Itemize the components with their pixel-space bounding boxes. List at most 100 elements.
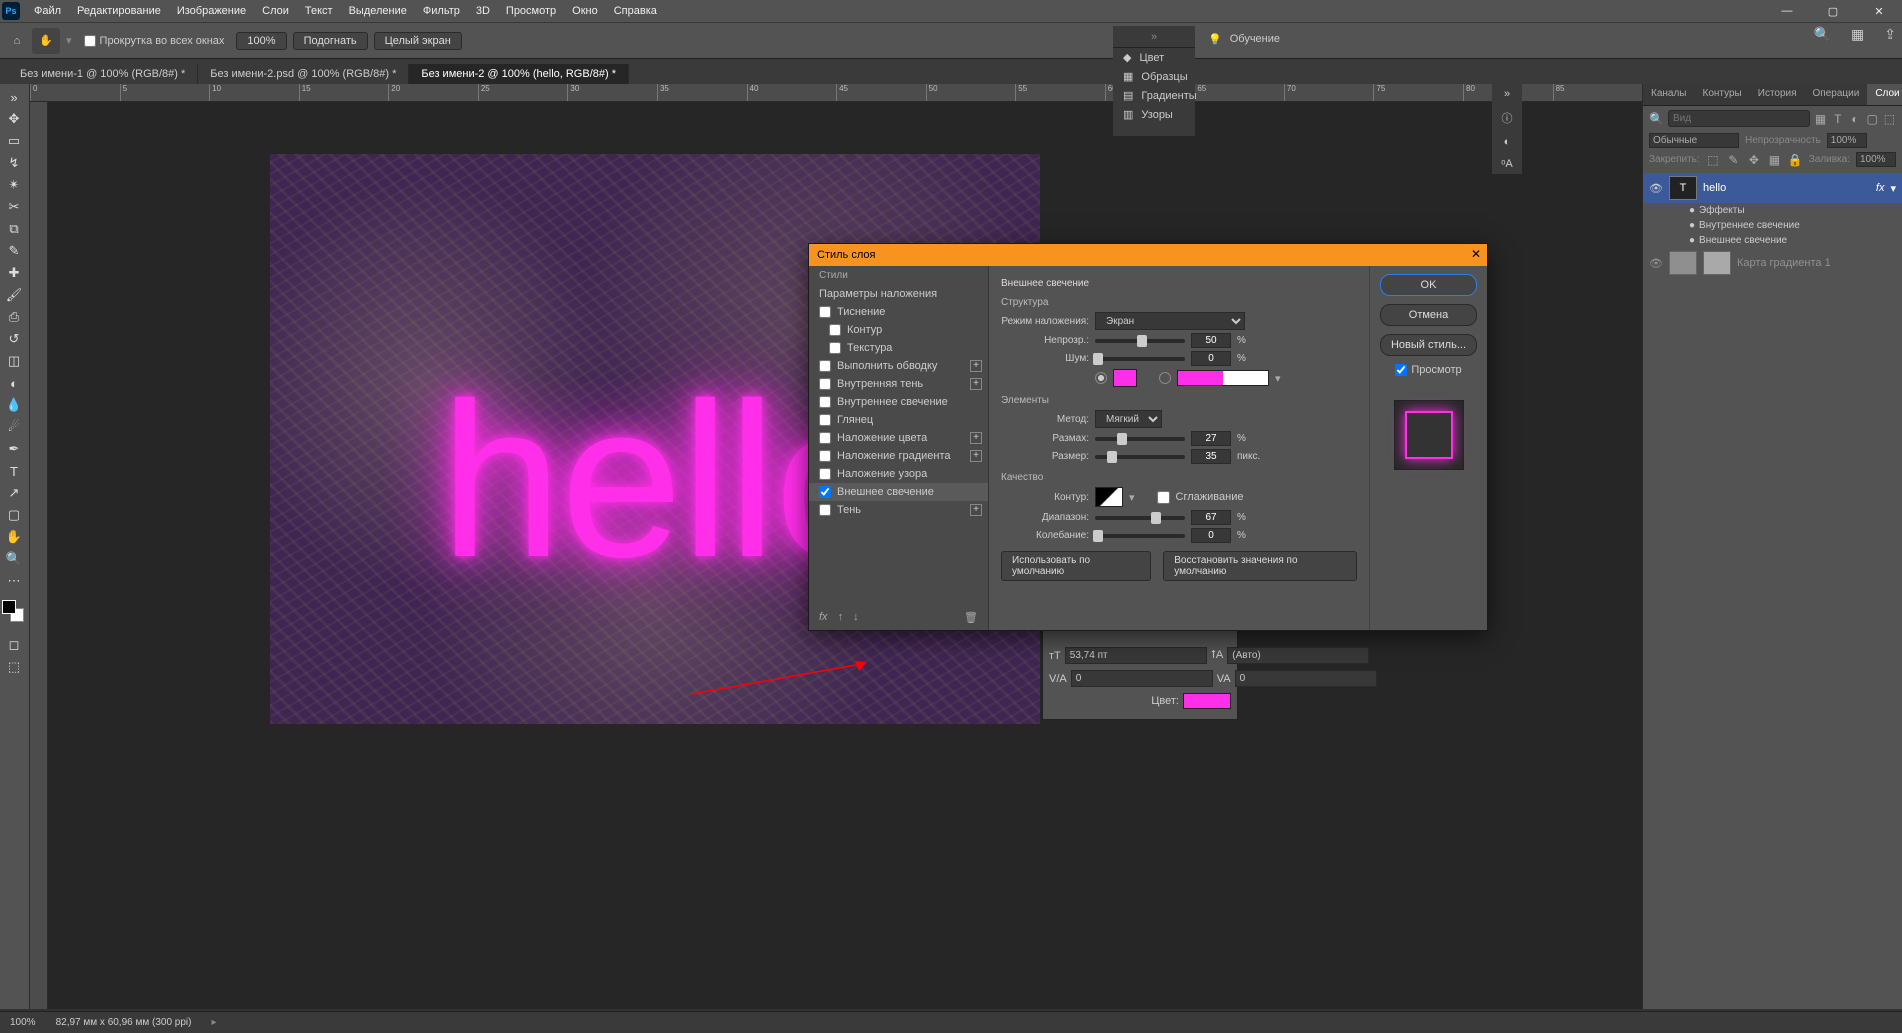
- double-arrow-icon[interactable]: »: [1504, 88, 1510, 100]
- gradient-radio[interactable]: [1159, 372, 1171, 384]
- brush-tool[interactable]: 🖌: [0, 284, 28, 306]
- adjustments-icon[interactable]: ◐: [1504, 136, 1511, 148]
- path-tool[interactable]: ↗: [0, 482, 28, 504]
- gradient-tool[interactable]: ◐: [0, 372, 28, 394]
- text-color-swatch[interactable]: [1183, 693, 1231, 709]
- contour-swatch[interactable]: [1095, 487, 1123, 507]
- stamp-tool[interactable]: ⎙: [0, 306, 28, 328]
- menu-help[interactable]: Справка: [606, 5, 665, 17]
- new-style-button[interactable]: Новый стиль...: [1380, 334, 1477, 356]
- menu-filter[interactable]: Фильтр: [415, 5, 468, 17]
- eraser-tool[interactable]: ◫: [0, 350, 28, 372]
- blending-options[interactable]: Параметры наложения: [809, 285, 988, 303]
- opacity-input[interactable]: [1191, 333, 1231, 348]
- antialias-checkbox[interactable]: [1157, 491, 1170, 504]
- plus-icon[interactable]: +: [970, 378, 982, 390]
- doc-tab-2[interactable]: Без имени-2 @ 100% (hello, RGB/8#) *: [409, 64, 629, 84]
- type-tool[interactable]: T: [0, 460, 28, 482]
- noise-input[interactable]: [1191, 351, 1231, 366]
- trash-icon[interactable]: 🗑: [964, 611, 978, 624]
- marquee-tool[interactable]: ▭: [0, 130, 28, 152]
- opacity-input[interactable]: [1827, 133, 1867, 148]
- quickmask-icon[interactable]: ◻: [0, 634, 28, 656]
- menu-3d[interactable]: 3D: [468, 5, 498, 17]
- leading-input[interactable]: [1227, 647, 1369, 664]
- plus-icon[interactable]: +: [970, 450, 982, 462]
- screenmode-icon[interactable]: ⬚: [0, 656, 28, 678]
- crop-tool[interactable]: ✂: [0, 196, 28, 218]
- range-input[interactable]: [1191, 510, 1231, 525]
- dialog-title[interactable]: Стиль слоя ✕: [809, 244, 1487, 266]
- method-select[interactable]: Мягкий: [1095, 410, 1162, 428]
- jitter-slider[interactable]: [1095, 534, 1185, 538]
- hand-tool-icon[interactable]: ✋: [32, 28, 60, 54]
- style-emboss[interactable]: Тиснение: [809, 303, 988, 321]
- font-size-input[interactable]: [1065, 647, 1207, 664]
- filter-icon[interactable]: ▢: [1866, 112, 1879, 126]
- style-drop-shadow[interactable]: Тень+: [809, 501, 988, 519]
- frame-tool[interactable]: ⧉: [0, 218, 28, 240]
- style-inner-shadow[interactable]: Внутренняя тень+: [809, 375, 988, 393]
- panel-tab-layers[interactable]: Слои: [1867, 84, 1902, 105]
- close-icon[interactable]: ✕: [1471, 247, 1481, 261]
- move-tool[interactable]: ✥: [0, 108, 28, 130]
- ok-button[interactable]: OK: [1380, 274, 1477, 296]
- fg-bg-colors[interactable]: [0, 598, 28, 626]
- double-arrow-icon[interactable]: »: [0, 86, 28, 108]
- panel-tab-actions[interactable]: Операции: [1805, 84, 1868, 105]
- lasso-tool[interactable]: ↯: [0, 152, 28, 174]
- plus-icon[interactable]: +: [970, 360, 982, 372]
- kerning-input[interactable]: [1071, 670, 1213, 687]
- dodge-tool[interactable]: ☄: [0, 416, 28, 438]
- up-icon[interactable]: ↑: [838, 611, 844, 624]
- size-input[interactable]: [1191, 449, 1231, 464]
- menu-text[interactable]: Текст: [297, 5, 341, 17]
- home-icon[interactable]: ⌂: [8, 32, 26, 50]
- opacity-slider[interactable]: [1095, 339, 1185, 343]
- more-icon[interactable]: ⋯: [0, 570, 28, 592]
- style-stroke[interactable]: Выполнить обводку+: [809, 357, 988, 375]
- fx-icon[interactable]: fx: [819, 611, 828, 624]
- maximize-button[interactable]: ▢: [1810, 0, 1856, 22]
- close-button[interactable]: ✕: [1856, 0, 1902, 22]
- style-contour[interactable]: Контур: [809, 321, 988, 339]
- menu-image[interactable]: Изображение: [169, 5, 254, 17]
- hand-tool[interactable]: ✋: [0, 526, 28, 548]
- fill-input[interactable]: [1856, 152, 1896, 167]
- lock-icon[interactable]: ▦: [1767, 153, 1782, 167]
- noise-slider[interactable]: [1095, 357, 1185, 361]
- filter-icon[interactable]: ◐: [1848, 112, 1861, 126]
- spread-input[interactable]: [1191, 431, 1231, 446]
- search-icon[interactable]: 🔍: [1814, 26, 1831, 43]
- doc-tab-0[interactable]: Без имени-1 @ 100% (RGB/8#) *: [8, 64, 198, 84]
- doc-tab-1[interactable]: Без имени-2.psd @ 100% (RGB/8#) *: [198, 64, 409, 84]
- wand-tool[interactable]: ✴: [0, 174, 28, 196]
- learn-tab[interactable]: 💡Обучение: [1198, 26, 1284, 52]
- swatches-tab[interactable]: ▦Образцы: [1113, 67, 1195, 86]
- style-color-overlay[interactable]: Наложение цвета+: [809, 429, 988, 447]
- menu-file[interactable]: Файл: [26, 5, 69, 17]
- share-icon[interactable]: ⇪: [1884, 26, 1896, 43]
- menu-view[interactable]: Просмотр: [498, 5, 564, 17]
- history-brush-tool[interactable]: ↺: [0, 328, 28, 350]
- plus-icon[interactable]: +: [970, 432, 982, 444]
- info-icon[interactable]: ⓘ: [1502, 110, 1513, 126]
- minimize-button[interactable]: —: [1764, 0, 1810, 22]
- panel-tab-channels[interactable]: Каналы: [1643, 84, 1695, 105]
- layer-style-dialog[interactable]: Стиль слоя ✕ Стили Параметры наложения Т…: [808, 243, 1488, 631]
- menu-edit[interactable]: Редактирование: [69, 5, 169, 17]
- effects-header[interactable]: ●Эффекты: [1643, 203, 1902, 218]
- lock-icon[interactable]: ✎: [1726, 153, 1741, 167]
- cancel-button[interactable]: Отмена: [1380, 304, 1477, 326]
- heal-tool[interactable]: ✚: [0, 262, 28, 284]
- size-slider[interactable]: [1095, 455, 1185, 459]
- range-slider[interactable]: [1095, 516, 1185, 520]
- visibility-icon[interactable]: 👁: [1649, 257, 1663, 270]
- menu-select[interactable]: Выделение: [341, 5, 415, 17]
- gradients-tab[interactable]: ▤Градиенты: [1113, 86, 1195, 105]
- style-texture[interactable]: Текстура: [809, 339, 988, 357]
- reset-default-button[interactable]: Восстановить значения по умолчанию: [1163, 551, 1357, 581]
- menu-window[interactable]: Окно: [564, 5, 606, 17]
- jitter-input[interactable]: [1191, 528, 1231, 543]
- panel-tab-paths[interactable]: Контуры: [1695, 84, 1750, 105]
